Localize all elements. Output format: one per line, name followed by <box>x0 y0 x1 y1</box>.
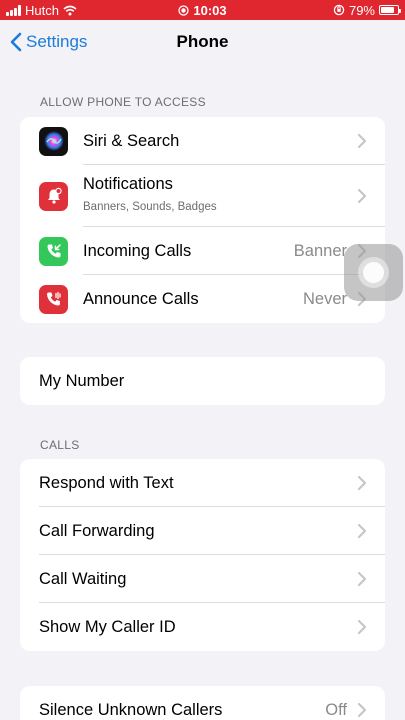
back-label: Settings <box>26 32 88 51</box>
allow-access-group: Siri & Search Notifications Banners, Sou… <box>20 117 385 323</box>
incoming-call-icon <box>39 236 68 266</box>
chevron-right-icon <box>358 572 366 586</box>
status-time: 10:03 <box>193 2 227 18</box>
navigation-bar: Settings Phone <box>0 20 405 64</box>
announce-call-icon <box>39 284 68 314</box>
announce-calls-row[interactable]: Announce Calls Never <box>20 275 385 323</box>
incoming-calls-label: Incoming Calls <box>83 241 192 260</box>
call-forwarding-row[interactable]: Call Forwarding <box>20 507 385 555</box>
chevron-right-icon <box>358 620 366 634</box>
show-caller-id-label: Show My Caller ID <box>39 617 176 636</box>
battery-icon <box>379 5 401 15</box>
incoming-calls-value: Banner <box>293 241 347 260</box>
chevron-left-icon <box>10 32 22 52</box>
silence-unknown-callers-label: Silence Unknown Callers <box>39 700 223 719</box>
chevron-right-icon <box>358 703 366 717</box>
screen-record-icon <box>178 4 190 16</box>
chevron-right-icon <box>358 134 366 148</box>
my-number-group: My Number <box>20 357 385 405</box>
siri-search-row[interactable]: Siri & Search <box>20 117 385 165</box>
silence-group: Silence Unknown Callers Off <box>20 686 385 720</box>
orientation-lock-icon <box>333 4 345 16</box>
chevron-right-icon <box>358 189 366 203</box>
silence-unknown-callers-value: Off <box>325 700 347 719</box>
assistive-touch-button[interactable] <box>344 244 403 301</box>
respond-with-text-label: Respond with Text <box>39 473 174 492</box>
calls-group: Respond with Text Call Forwarding Call W… <box>20 459 385 651</box>
siri-icon <box>39 126 68 156</box>
section-header-calls: CALLS <box>40 438 80 452</box>
status-bar: Hutch 10:03 79% <box>0 0 405 20</box>
call-waiting-label: Call Waiting <box>39 569 127 588</box>
announce-calls-value: Never <box>302 289 347 308</box>
notifications-sublabel: Banners, Sounds, Badges <box>83 201 217 213</box>
chevron-right-icon <box>358 524 366 538</box>
silence-unknown-callers-row[interactable]: Silence Unknown Callers Off <box>20 686 385 720</box>
my-number-row[interactable]: My Number <box>20 357 385 405</box>
chevron-right-icon <box>358 476 366 490</box>
incoming-calls-row[interactable]: Incoming Calls Banner <box>20 227 385 275</box>
notifications-icon <box>39 181 68 211</box>
notifications-row[interactable]: Notifications Banners, Sounds, Badges <box>20 165 385 227</box>
section-header-allow: ALLOW PHONE TO ACCESS <box>40 95 206 109</box>
show-caller-id-row[interactable]: Show My Caller ID <box>20 603 385 651</box>
call-forwarding-label: Call Forwarding <box>39 521 155 540</box>
battery-percent: 79% <box>348 2 375 18</box>
respond-with-text-row[interactable]: Respond with Text <box>20 459 385 507</box>
announce-calls-label: Announce Calls <box>83 289 199 308</box>
call-waiting-row[interactable]: Call Waiting <box>20 555 385 603</box>
my-number-label: My Number <box>39 371 125 390</box>
back-button[interactable]: Settings <box>10 20 87 64</box>
siri-search-label: Siri & Search <box>83 131 180 150</box>
notifications-label: Notifications <box>83 175 173 193</box>
